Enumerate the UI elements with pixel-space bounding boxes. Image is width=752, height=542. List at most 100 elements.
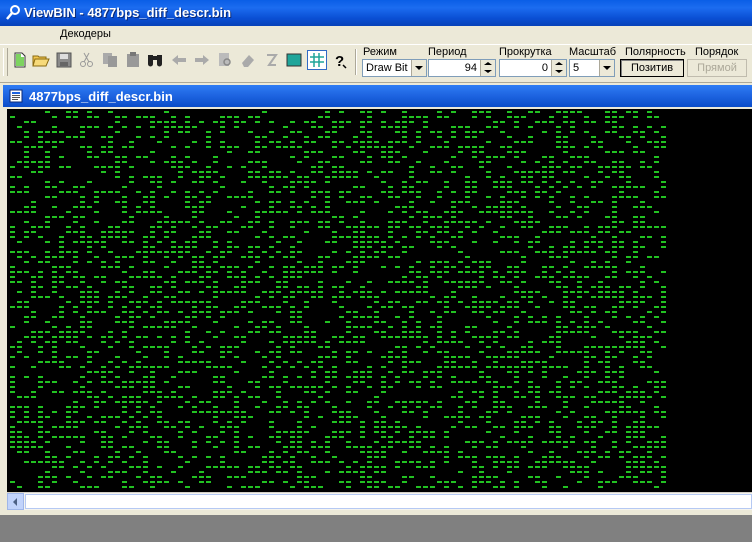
bit-mark	[10, 446, 15, 448]
period-stepper[interactable]: 94	[428, 59, 496, 77]
window-title: ViewBIN - 4877bps_diff_descr.bin	[24, 5, 232, 20]
polarity-button[interactable]: Позитив	[620, 59, 684, 77]
mode-select[interactable]: Draw Bit	[362, 59, 427, 77]
bit-mark	[150, 196, 155, 198]
bit-mark	[10, 231, 15, 233]
chevron-down-icon[interactable]	[599, 60, 614, 76]
square-icon[interactable]	[285, 51, 303, 69]
bit-mark	[143, 466, 148, 468]
bit-mark	[605, 381, 610, 383]
bit-mark	[423, 211, 428, 213]
bit-mark	[661, 321, 666, 323]
bit-mark	[269, 291, 274, 293]
scroll-stepper[interactable]: 0	[499, 59, 567, 77]
find-binoculars-icon[interactable]	[146, 51, 164, 69]
bit-mark	[605, 151, 610, 153]
bit-mark	[38, 261, 43, 263]
scrollbar-thumb[interactable]	[25, 494, 752, 509]
bit-mark	[241, 411, 246, 413]
bit-mark	[423, 151, 428, 153]
back-arrow-icon[interactable]	[170, 51, 188, 69]
bit-mark	[416, 426, 421, 428]
order-button[interactable]: Прямой	[687, 59, 747, 77]
bit-mark	[661, 381, 666, 383]
bit-mark	[591, 186, 596, 188]
bit-mark	[521, 421, 526, 423]
copy-icon[interactable]	[101, 51, 119, 69]
bit-mark	[493, 321, 498, 323]
bit-mark	[437, 226, 442, 228]
bit-mark	[528, 176, 533, 178]
bit-mark	[290, 321, 295, 323]
bit-mark	[570, 471, 575, 473]
bit-mark	[472, 361, 477, 363]
bit-mark	[59, 336, 64, 338]
bit-mark	[416, 486, 421, 488]
new-file-icon[interactable]	[11, 51, 29, 69]
bit-mark	[325, 376, 330, 378]
bit-mark	[10, 281, 15, 283]
bit-mark	[514, 426, 519, 428]
title-bar[interactable]: ViewBIN - 4877bps_diff_descr.bin	[0, 0, 752, 26]
bit-mark	[528, 341, 533, 343]
bit-mark	[402, 406, 407, 408]
bit-mark	[206, 251, 211, 253]
bit-mark	[619, 406, 624, 408]
bit-mark	[332, 376, 337, 378]
bit-mark	[339, 411, 344, 413]
bit-mark	[556, 431, 561, 433]
bit-mark	[472, 481, 477, 483]
document-title-bar[interactable]: 4877bps_diff_descr.bin	[3, 85, 752, 107]
bit-mark	[101, 381, 106, 383]
bit-mark	[444, 351, 449, 353]
spin-arrows-icon[interactable]	[480, 60, 495, 76]
eraser-icon[interactable]	[239, 51, 257, 69]
bit-mark	[584, 386, 589, 388]
bit-mark	[297, 176, 302, 178]
bit-mark	[584, 371, 589, 373]
bit-mark	[612, 306, 617, 308]
cut-icon[interactable]	[78, 51, 96, 69]
bit-mark	[10, 356, 15, 358]
grid-icon[interactable]	[307, 50, 327, 70]
bit-mark	[101, 236, 106, 238]
bit-mark	[241, 451, 246, 453]
menu-decoders[interactable]: Декодеры	[60, 28, 111, 40]
bit-mark	[374, 441, 379, 443]
open-folder-icon[interactable]	[32, 51, 50, 69]
scale-select[interactable]: 5	[569, 59, 615, 77]
scroll-left-icon[interactable]	[7, 493, 24, 510]
bit-mark	[591, 451, 596, 453]
page-find-icon[interactable]	[216, 51, 234, 69]
bit-mark	[612, 116, 617, 118]
bit-mark	[87, 151, 92, 153]
chevron-down-icon[interactable]	[411, 60, 426, 76]
bit-mark	[332, 216, 337, 218]
bit-mark	[213, 436, 218, 438]
bit-mark	[248, 466, 253, 468]
bit-mark	[164, 451, 169, 453]
forward-arrow-icon[interactable]	[193, 51, 211, 69]
bit-mark	[339, 336, 344, 338]
bit-mark	[269, 361, 274, 363]
bit-mark	[640, 336, 645, 338]
horizontal-scrollbar[interactable]	[7, 492, 752, 510]
bit-mark	[563, 306, 568, 308]
bit-mark	[388, 246, 393, 248]
toolbar-grip[interactable]	[3, 48, 8, 76]
help-icon[interactable]: ?	[331, 51, 349, 69]
save-icon[interactable]	[55, 51, 73, 69]
italic-z-icon[interactable]	[262, 51, 280, 69]
bit-mark	[290, 386, 295, 388]
paste-icon[interactable]	[124, 51, 142, 69]
bit-mark	[192, 411, 197, 413]
bit-mark	[556, 271, 561, 273]
spin-arrows-icon[interactable]	[551, 60, 566, 76]
bit-mark	[430, 266, 435, 268]
bit-canvas[interactable]	[7, 109, 752, 492]
bit-mark	[374, 316, 379, 318]
bit-mark	[353, 271, 358, 273]
bit-mark	[388, 211, 393, 213]
bit-mark	[178, 256, 183, 258]
bit-mark	[129, 486, 134, 488]
